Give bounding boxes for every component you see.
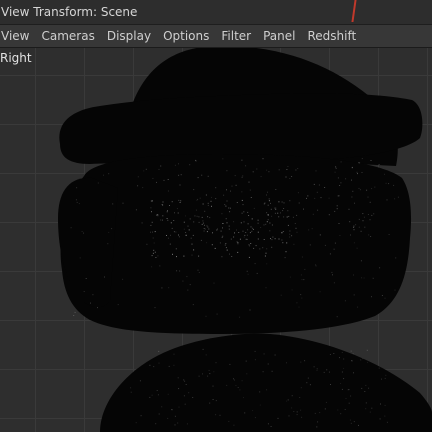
menu-panel[interactable]: Panel	[257, 29, 301, 43]
viewport-menu-bar: View Cameras Display Options Filter Pane…	[0, 24, 432, 48]
menu-view[interactable]: View	[0, 29, 35, 43]
menu-options[interactable]: Options	[157, 29, 215, 43]
render-viewport[interactable]: Right	[0, 48, 432, 432]
render-silhouette	[58, 48, 432, 432]
menu-filter[interactable]: Filter	[215, 29, 257, 43]
menu-cameras[interactable]: Cameras	[35, 29, 100, 43]
menu-display[interactable]: Display	[101, 29, 157, 43]
title-bar: View Transform: Scene	[0, 0, 432, 24]
view-transform-title: View Transform: Scene	[1, 5, 138, 19]
menu-redshift[interactable]: Redshift	[301, 29, 362, 43]
red-axis-line	[351, 0, 357, 22]
camera-view-label: Right	[0, 51, 32, 65]
